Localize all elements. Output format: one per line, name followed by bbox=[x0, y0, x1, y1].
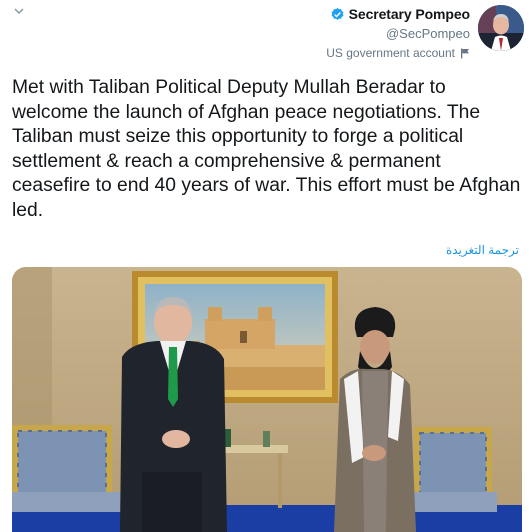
translate-tweet-link[interactable]: ترجمة التغريدة bbox=[446, 243, 519, 257]
chevron-down-icon[interactable] bbox=[12, 4, 26, 18]
author-name-row[interactable]: Secretary Pompeo bbox=[330, 6, 470, 22]
account-label[interactable]: US government account bbox=[326, 46, 470, 60]
display-name[interactable]: Secretary Pompeo bbox=[349, 6, 470, 22]
avatar[interactable] bbox=[478, 5, 524, 51]
user-handle[interactable]: @SecPompeo bbox=[386, 26, 470, 41]
verified-badge-icon bbox=[331, 7, 344, 20]
tweet-text: Met with Taliban Political Deputy Mullah… bbox=[12, 77, 521, 221]
account-label-text[interactable]: US government account bbox=[326, 46, 455, 60]
tweet-photo[interactable] bbox=[12, 267, 522, 532]
flag-icon bbox=[461, 48, 469, 58]
